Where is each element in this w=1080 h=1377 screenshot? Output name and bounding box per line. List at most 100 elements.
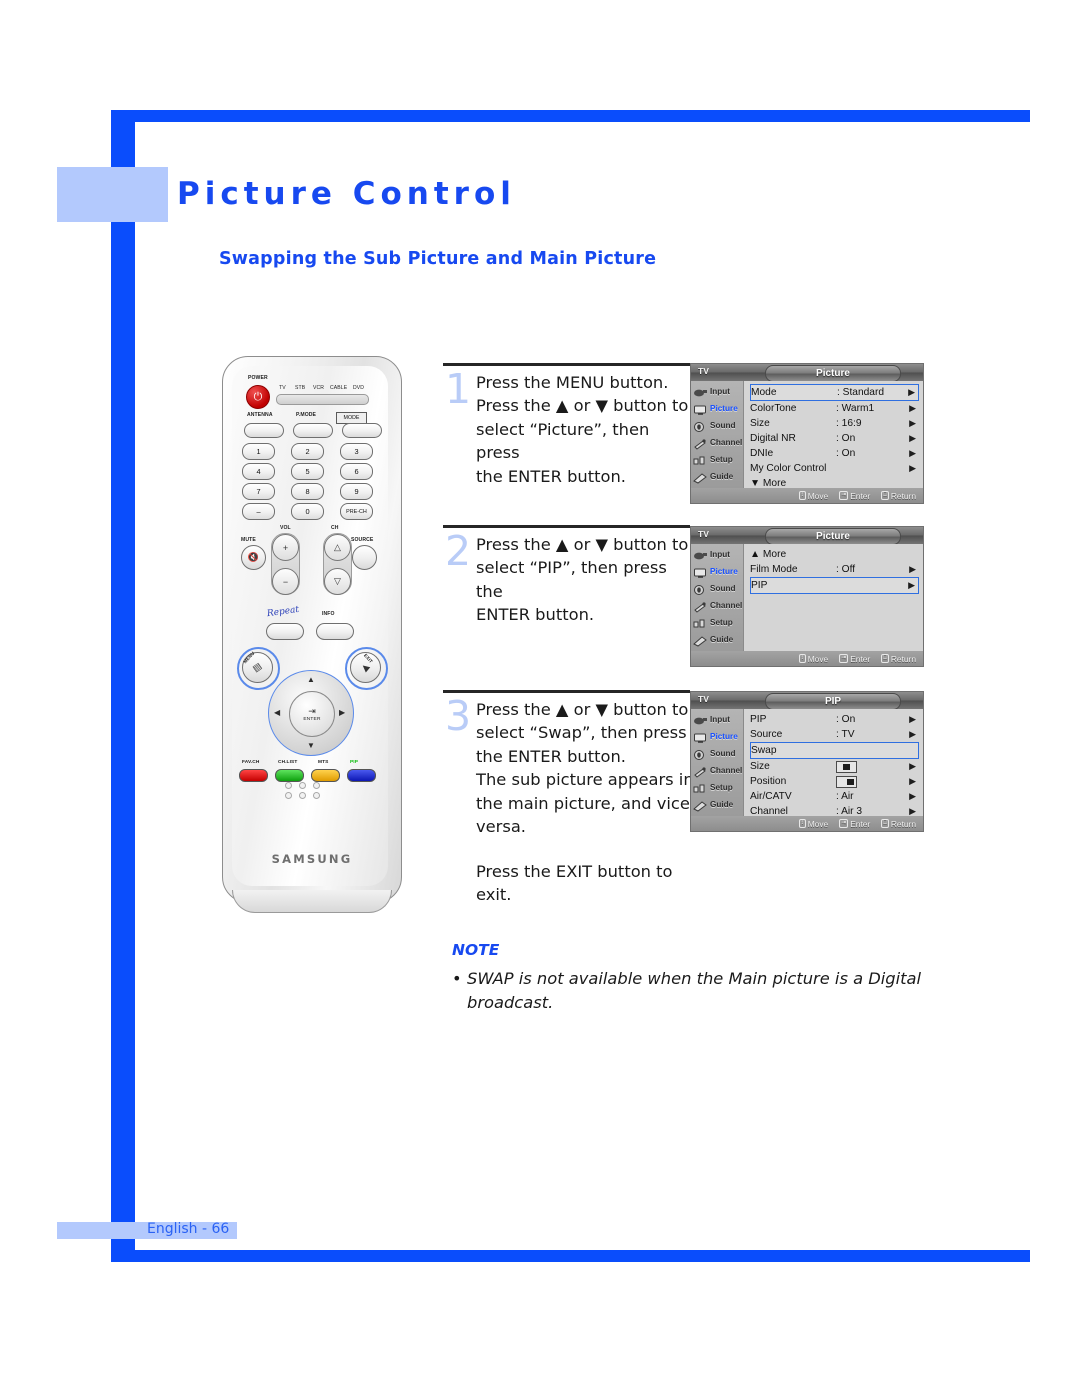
osd-1-move: ↕ Move: [798, 491, 828, 501]
dpad-right-icon[interactable]: ▶: [339, 708, 345, 717]
key-2[interactable]: 2: [291, 443, 324, 460]
note-text: SWAP is not available when the Main pict…: [467, 969, 922, 1012]
sidebar-item-channel[interactable]: Channel: [691, 597, 743, 614]
osd-1-enter-label: Enter: [850, 490, 871, 501]
setup-icon: [693, 782, 708, 794]
volume-up-button[interactable]: +: [272, 534, 299, 561]
sidebar-item-picture[interactable]: Picture: [691, 563, 743, 580]
sidebar-item-sound[interactable]: Sound: [691, 580, 743, 597]
ch-list-button[interactable]: [275, 769, 304, 782]
enter-button[interactable]: ⇥ ENTER: [289, 691, 335, 737]
key-6[interactable]: 6: [340, 463, 373, 480]
osd-1-row-mode[interactable]: Mode : Standard ▶: [750, 384, 919, 401]
dpad-up-icon[interactable]: ▲: [307, 675, 315, 684]
chevron-right-icon: ▶: [909, 403, 916, 413]
osd-1-enter: ⇥ Enter: [839, 491, 870, 501]
updown-icon: ↕: [798, 654, 806, 663]
sidebar-item-setup[interactable]: Setup: [691, 779, 743, 796]
channel-up-button[interactable]: △: [324, 534, 351, 561]
osd-3-row-channel[interactable]: Channel : Air 3 ▶: [750, 804, 919, 819]
guide-icon: [693, 471, 708, 484]
osd-3-enter-label: Enter: [850, 818, 871, 829]
step-3-text: Press the ▲ or ▼ button to select “Swap”…: [476, 698, 696, 907]
sidebar-label-picture: Picture: [710, 567, 738, 576]
sidebar-item-setup[interactable]: Setup: [691, 451, 743, 468]
power-button[interactable]: ⏻: [246, 385, 270, 409]
osd-2-row-film-mode[interactable]: Film Mode : Off ▶: [750, 562, 919, 577]
sidebar-item-input[interactable]: Input: [691, 711, 743, 728]
osd-menu-picture-2: TV Picture Input Picture Sound Channel S…: [690, 526, 924, 667]
page-footer: English - 66: [147, 1221, 230, 1237]
sidebar-item-sound[interactable]: Sound: [691, 417, 743, 434]
sidebar-item-input[interactable]: Input: [691, 383, 743, 400]
info-button[interactable]: [316, 623, 354, 640]
key-1[interactable]: 1: [242, 443, 275, 460]
osd-1-row-colortone[interactable]: ColorTone : Warm1 ▶: [750, 401, 919, 416]
direction-pad[interactable]: ▲ ▼ ◀ ▶ ⇥ ENTER: [268, 670, 354, 756]
osd-1-row-more[interactable]: ▼ More: [750, 476, 919, 491]
sidebar-item-picture[interactable]: Picture: [691, 728, 743, 745]
osd-3-body: Input Picture Sound Channel Setup Guide: [691, 709, 923, 819]
osd-3-val-source: : TV: [836, 729, 855, 740]
step-3-line-1: Press the ▲ or ▼ button to: [476, 699, 689, 719]
speaker-dots: [285, 782, 325, 800]
sidebar-item-guide[interactable]: Guide: [691, 796, 743, 813]
guide-icon: [693, 634, 708, 647]
sidebar-item-channel[interactable]: Channel: [691, 434, 743, 451]
step-1: 1 Press the MENU button. Press the ▲ or …: [443, 363, 696, 488]
antenna-button[interactable]: [244, 423, 284, 438]
osd-1-val-colortone: : Warm1: [836, 403, 875, 414]
osd-1-sidebar: Input Picture Sound Channel Setup Guide: [691, 381, 744, 488]
key-4[interactable]: 4: [242, 463, 275, 480]
sidebar-item-input[interactable]: Input: [691, 546, 743, 563]
mode-button[interactable]: [342, 423, 382, 438]
sidebar-item-setup[interactable]: Setup: [691, 614, 743, 631]
osd-3-row-size[interactable]: Size ▶: [750, 759, 919, 774]
guide-icon: [693, 799, 708, 812]
osd-3-row-pip[interactable]: PIP : On ▶: [750, 712, 919, 727]
key-pre-ch[interactable]: PRE-CH: [340, 503, 373, 520]
key-3[interactable]: 3: [340, 443, 373, 460]
osd-3-row-swap[interactable]: Swap: [750, 742, 919, 759]
key-5[interactable]: 5: [291, 463, 324, 480]
dpad-left-icon[interactable]: ◀: [274, 708, 280, 717]
chevron-right-icon: ▶: [908, 387, 915, 397]
osd-1-row-digital-nr[interactable]: Digital NR : On ▶: [750, 431, 919, 446]
osd-1-row-size[interactable]: Size : 16:9 ▶: [750, 416, 919, 431]
osd-1-titlebar: TV Picture: [691, 364, 923, 382]
mode-stb-label: STB: [295, 385, 306, 391]
input-icon: [693, 714, 708, 726]
sidebar-item-sound[interactable]: Sound: [691, 745, 743, 762]
key-dash[interactable]: –: [242, 503, 275, 520]
osd-2-row-pip[interactable]: PIP ▶: [750, 577, 919, 594]
key-8[interactable]: 8: [291, 483, 324, 500]
chevron-right-icon: ▶: [909, 463, 916, 473]
osd-3-row-air-catv[interactable]: Air/CATV : Air ▶: [750, 789, 919, 804]
note-block: • SWAP is not available when the Main pi…: [452, 967, 922, 1015]
key-9[interactable]: 9: [340, 483, 373, 500]
osd-3-row-source[interactable]: Source : TV ▶: [750, 727, 919, 742]
source-button[interactable]: [352, 545, 377, 570]
osd-2-row-more[interactable]: ▲ More: [750, 547, 919, 562]
osd-3-row-position[interactable]: Position ▶: [750, 774, 919, 789]
device-mode-strip[interactable]: [276, 394, 369, 405]
dpad-down-icon[interactable]: ▼: [307, 741, 315, 750]
sidebar-item-guide[interactable]: Guide: [691, 631, 743, 648]
mts-button[interactable]: [311, 769, 340, 782]
key-7[interactable]: 7: [242, 483, 275, 500]
sidebar-item-picture[interactable]: Picture: [691, 400, 743, 417]
osd-1-return-label: Return: [890, 490, 916, 501]
key-0[interactable]: 0: [291, 503, 324, 520]
sidebar-item-channel[interactable]: Channel: [691, 762, 743, 779]
mute-button[interactable]: 🔇: [241, 545, 266, 570]
osd-2-sidebar: Input Picture Sound Channel Setup Guide: [691, 544, 744, 651]
sidebar-item-guide[interactable]: Guide: [691, 468, 743, 485]
fav-ch-button[interactable]: [239, 769, 268, 782]
osd-1-row-my-color-control[interactable]: My Color Control ▶: [750, 461, 919, 476]
channel-down-button[interactable]: ▽: [324, 568, 351, 595]
volume-down-button[interactable]: −: [272, 568, 299, 595]
pmode-button[interactable]: [293, 423, 333, 438]
osd-1-row-dnie[interactable]: DNIe : On ▶: [750, 446, 919, 461]
repeat-button[interactable]: [266, 623, 304, 640]
pip-button[interactable]: [347, 769, 376, 782]
